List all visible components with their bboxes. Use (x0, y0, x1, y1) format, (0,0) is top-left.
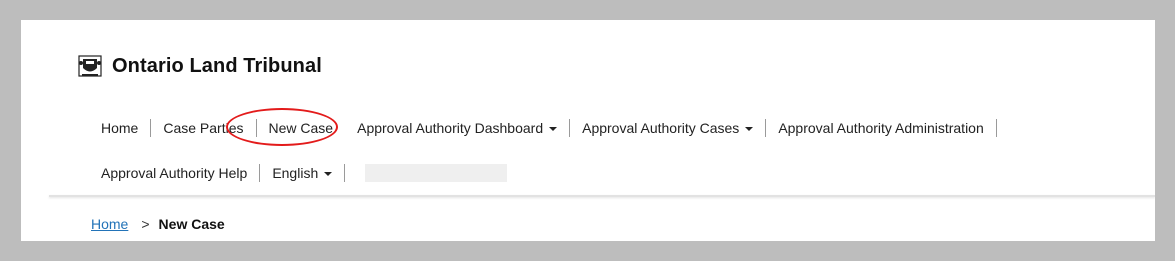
caret-down-icon (549, 126, 558, 131)
nav-dropdown-approval-authority-dashboard[interactable]: Approval Authority Dashboard (345, 120, 569, 136)
breadcrumb-home-link[interactable]: Home (91, 216, 128, 232)
language-label: English (272, 165, 319, 181)
nav-item-new-case-label: New Case (268, 120, 334, 136)
site-brand[interactable]: Ontario Land Tribunal (77, 53, 322, 79)
main-navigation: Home Case Parties New Case Approval Auth… (89, 108, 1149, 189)
header-divider (49, 195, 1155, 197)
nav-item-new-case[interactable]: New Case (225, 108, 346, 146)
redacted-nav-item[interactable] (365, 164, 508, 182)
breadcrumb-separator: > (141, 216, 150, 232)
nav-item-approval-authority-help[interactable]: Approval Authority Help (89, 165, 259, 181)
caret-down-icon (324, 171, 333, 176)
breadcrumb-current-page: New Case (158, 216, 225, 232)
page-frame: Ontario Land Tribunal Home Case Parties … (21, 20, 1155, 241)
nav-dropdown-approval-authority-cases[interactable]: Approval Authority Cases (570, 120, 765, 136)
nav-row-2: Approval Authority Help English (89, 157, 1149, 189)
ontario-crest-icon (78, 55, 102, 77)
site-title: Ontario Land Tribunal (112, 54, 322, 77)
nav-item-home[interactable]: Home (89, 120, 150, 136)
caret-down-icon (745, 126, 754, 131)
nav-divider (344, 164, 346, 182)
nav-item-label: Approval Authority Cases (582, 120, 740, 136)
nav-item-case-parties[interactable]: Case Parties (151, 120, 255, 136)
nav-row-1: Home Case Parties New Case Approval Auth… (89, 108, 1149, 146)
language-dropdown[interactable]: English (260, 165, 344, 181)
nav-item-label: Approval Authority Dashboard (357, 120, 544, 136)
nav-item-approval-authority-administration[interactable]: Approval Authority Administration (766, 120, 995, 136)
breadcrumb: Home > New Case (91, 216, 225, 232)
nav-divider (995, 119, 997, 137)
